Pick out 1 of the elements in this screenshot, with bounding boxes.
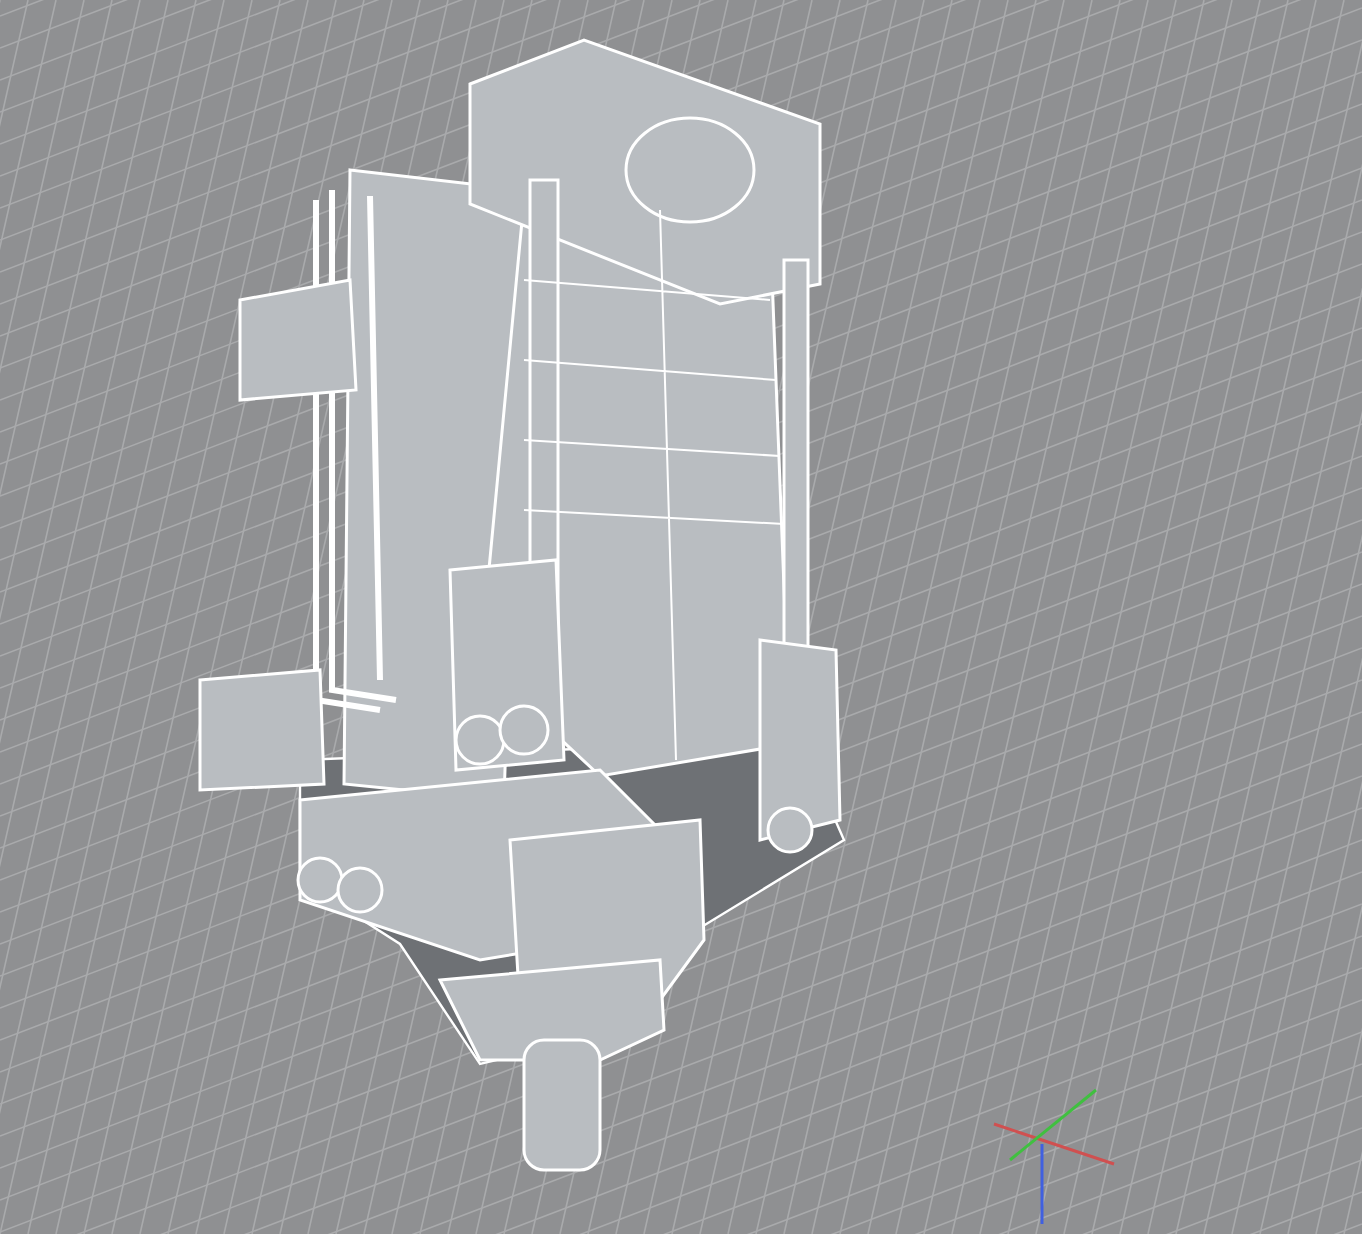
axis-triad-icon xyxy=(993,1088,1115,1224)
